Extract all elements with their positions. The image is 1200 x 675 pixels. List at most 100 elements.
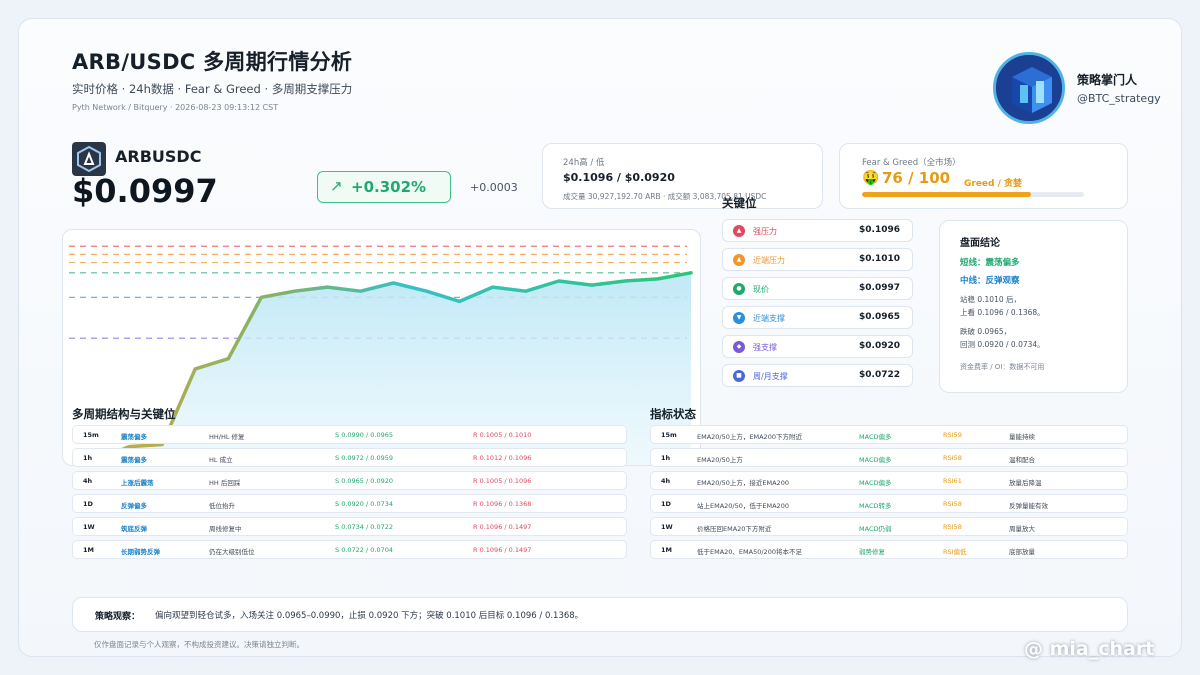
indicator-ema: EMA20/50上方，EMA200下方附近 bbox=[697, 433, 802, 441]
timeframe-label: 1D bbox=[83, 500, 93, 508]
key-levels-title: 关键位 bbox=[722, 196, 757, 210]
indicator-row: 15m EMA20/50上方，EMA200下方附近 MACD偏多 RSI59 量能持续 bbox=[650, 425, 1128, 444]
summary-note: 资金费率 / OI：数据不可用 bbox=[960, 363, 1045, 371]
key-level-name: 近端支撑 bbox=[753, 314, 785, 323]
indicator-rsi: RSI61 bbox=[943, 477, 962, 485]
timeframe-support: S 0.0734 / 0.0722 bbox=[335, 523, 394, 531]
timeframe-resistance: R 0.1096 / 0.1497 bbox=[473, 523, 532, 531]
key-level-row: ◆ 强支撑 $0.0920 bbox=[722, 335, 913, 358]
key-level-value: $0.0722 bbox=[859, 370, 900, 380]
indicator-ema: EMA20/50上方，接近EMA200 bbox=[697, 479, 789, 487]
timeframe-resistance: R 0.1005 / 0.1096 bbox=[473, 477, 532, 485]
fear-greed-value: 76 / 100 bbox=[882, 169, 951, 187]
level-marker-icon: ● bbox=[733, 283, 745, 295]
fear-greed-bar bbox=[862, 192, 1084, 197]
strategy-label: 策略观察： bbox=[95, 612, 141, 622]
summary-line: 站稳 0.1010 后， bbox=[960, 295, 1022, 304]
level-marker-icon: ◆ bbox=[733, 341, 745, 353]
timeframe-state: 震荡偏多 bbox=[121, 433, 147, 441]
indicator-ema: EMA20/50上方 bbox=[697, 456, 743, 464]
watermark: @ mia_chart bbox=[1024, 638, 1155, 660]
key-level-row: ▲ 强压力 $0.1096 bbox=[722, 219, 913, 242]
indicator-row: 1D 站上EMA20/50，低于EMA200 MACD转多 RSI58 反弹量能有效 bbox=[650, 494, 1128, 513]
key-level-value: $0.0920 bbox=[859, 341, 900, 351]
timeframe-row: 1D 反弹偏多 低位抬升 S 0.0920 / 0.0734 R 0.1096 / 0.… bbox=[72, 494, 627, 513]
indicator-note: 底部放量 bbox=[1009, 548, 1035, 556]
arb-coin-icon bbox=[72, 142, 106, 176]
range-value: $0.1096 / $0.0920 bbox=[563, 171, 675, 184]
timeframe-structure: HH/HL 修复 bbox=[209, 433, 245, 441]
timeframe-row: 1M 长期弱势反弹 仍在大级别低位 S 0.0722 / 0.0704 R 0.1096… bbox=[72, 540, 627, 559]
range-24h-card: 24h高 / 低 $0.1096 / $0.0920 成交量 30,927,19… bbox=[542, 143, 823, 209]
indicator-timeframe: 1h bbox=[661, 454, 671, 462]
brand-name: 策略掌门人 bbox=[1077, 73, 1138, 87]
indicator-row: 1W 价格压回EMA20下方附近 MACD仍弱 RSI58 周量放大 bbox=[650, 517, 1128, 536]
level-marker-icon: ▲ bbox=[733, 254, 745, 266]
indicator-rsi: RSI58 bbox=[943, 454, 962, 462]
timeframe-label: 1h bbox=[83, 454, 93, 462]
indicator-note: 量能持续 bbox=[1009, 433, 1035, 441]
timeframe-support: S 0.0965 / 0.0920 bbox=[335, 477, 394, 485]
timeframe-label: 1W bbox=[83, 523, 95, 531]
summary-line: 上看 0.1096 / 0.1368。 bbox=[960, 308, 1045, 317]
key-level-value: $0.0997 bbox=[859, 283, 900, 293]
key-level-row: ▲ 近端压力 $0.1010 bbox=[722, 248, 913, 271]
indicator-rsi: RSI58 bbox=[943, 500, 962, 508]
change-percent: +0.302% bbox=[351, 178, 427, 196]
key-level-value: $0.1010 bbox=[859, 254, 900, 264]
key-level-value: $0.1096 bbox=[859, 225, 900, 235]
level-marker-icon: ▲ bbox=[733, 225, 745, 237]
indicator-timeframe: 4h bbox=[661, 477, 671, 485]
indicator-note: 反弹量能有效 bbox=[1009, 502, 1048, 510]
timeframe-resistance: R 0.1096 / 0.1368 bbox=[473, 500, 532, 508]
data-source: Pyth Network / Bitquery · 2026-08-23 09:… bbox=[72, 103, 279, 112]
indicator-note: 温和配合 bbox=[1009, 456, 1035, 464]
indicator-section-title: 指标状态 bbox=[650, 407, 696, 421]
timeframe-structure: 周线修复中 bbox=[209, 525, 242, 533]
disclaimer: 仅作盘面记录与个人观察，不构成投资建议。决策请独立判断。 bbox=[94, 640, 304, 649]
indicator-ema: 站上EMA20/50，低于EMA200 bbox=[697, 502, 789, 510]
indicator-rsi: RSI偏低 bbox=[943, 548, 967, 556]
indicator-row: 4h EMA20/50上方，接近EMA200 MACD偏多 RSI61 放量后降温 bbox=[650, 471, 1128, 490]
pair-symbol: ARBUSDC bbox=[115, 147, 202, 166]
timeframe-row: 1W 筑底反弹 周线修复中 S 0.0734 / 0.0722 R 0.1096 / 0… bbox=[72, 517, 627, 536]
indicator-row: 1h EMA20/50上方 MACD偏多 RSI58 温和配合 bbox=[650, 448, 1128, 467]
timeframe-section-title: 多周期结构与关键位 bbox=[72, 407, 176, 421]
fear-greed-card: Fear & Greed（全市场） 🤑 76 / 100 Greed / 贪婪 bbox=[839, 143, 1128, 209]
indicator-timeframe: 1M bbox=[661, 546, 672, 554]
timeframe-state: 反弹偏多 bbox=[121, 502, 147, 510]
timeframe-resistance: R 0.1096 / 0.1497 bbox=[473, 546, 532, 554]
key-level-name: 强支撑 bbox=[753, 343, 777, 352]
strategy-card: 策略观察： 偏向观望到轻仓试多，入场关注 0.0965–0.0990，止损 0.… bbox=[72, 597, 1128, 632]
timeframe-support: S 0.0972 / 0.0959 bbox=[335, 454, 394, 462]
indicator-macd: MACD偏多 bbox=[859, 479, 892, 487]
timeframe-structure: 低位抬升 bbox=[209, 502, 235, 510]
timeframe-resistance: R 0.1012 / 0.1096 bbox=[473, 454, 532, 462]
page-title: ARB/USDC 多周期行情分析 bbox=[72, 50, 353, 74]
timeframe-state: 筑底反弹 bbox=[121, 525, 147, 533]
fear-greed-label: Fear & Greed（全市场） bbox=[862, 158, 961, 168]
timeframe-label: 15m bbox=[83, 431, 99, 439]
timeframe-state: 震荡偏多 bbox=[121, 456, 147, 464]
key-level-name: 强压力 bbox=[753, 227, 777, 236]
change-absolute: +0.0003 bbox=[470, 181, 518, 194]
indicator-macd: MACD偏多 bbox=[859, 456, 892, 464]
key-level-name: 现价 bbox=[753, 285, 769, 294]
timeframe-row: 4h 上涨后震荡 HH 后回踩 S 0.0965 / 0.0920 R 0.1005 /… bbox=[72, 471, 627, 490]
timeframe-label: 4h bbox=[83, 477, 93, 485]
indicator-timeframe: 1W bbox=[661, 523, 673, 531]
timeframe-state: 长期弱势反弹 bbox=[121, 548, 160, 556]
indicator-timeframe: 15m bbox=[661, 431, 677, 439]
indicator-table: 15m EMA20/50上方，EMA200下方附近 MACD偏多 RSI59 量能持续 1… bbox=[650, 425, 1128, 563]
indicator-row: 1M 低于EMA20、EMA50/200将本不足 弱势修复 RSI偏低 底部放量 bbox=[650, 540, 1128, 559]
timeframe-support: S 0.0722 / 0.0704 bbox=[335, 546, 394, 554]
indicator-macd: MACD仍弱 bbox=[859, 525, 892, 533]
timeframe-support: S 0.0920 / 0.0734 bbox=[335, 500, 394, 508]
level-marker-icon: ■ bbox=[733, 370, 745, 382]
fear-greed-state: Greed / 贪婪 bbox=[964, 179, 1023, 189]
indicator-ema: 价格压回EMA20下方附近 bbox=[697, 525, 772, 533]
summary-title: 盘面结论 bbox=[960, 238, 1000, 249]
up-arrow-icon: ↗ bbox=[330, 177, 343, 195]
summary-line: 回测 0.0920 / 0.0734。 bbox=[960, 340, 1045, 349]
indicator-timeframe: 1D bbox=[661, 500, 671, 508]
